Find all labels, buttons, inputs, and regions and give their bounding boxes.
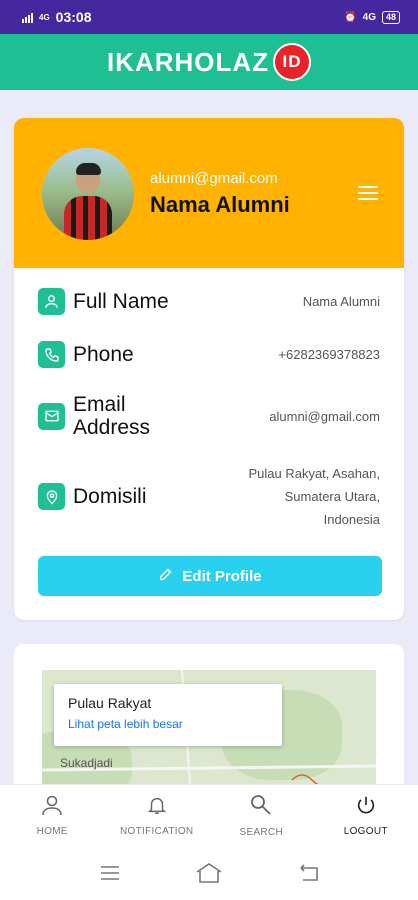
back-button[interactable] [288,858,328,888]
domisili-line2: Sumatera Utara, [284,489,380,504]
battery-icon: 48 [381,10,400,24]
nav-logout-label: LOGOUT [343,826,388,837]
nav-home[interactable]: HOME [0,785,105,846]
info-row-email: Email Address alumni@gmail.com [38,393,380,439]
alarm-icon: ⏰ [344,11,357,23]
edit-profile-button[interactable]: Edit Profile [38,556,382,596]
info-row-full-name: Full Name Nama Alumni [38,288,380,315]
full-name-label: Full Name [73,290,169,313]
bell-icon [146,794,168,821]
network-type-right: 4G [362,11,376,23]
profile-card: alumni@gmail.com Nama Alumni Full Name N… [14,118,404,620]
home-button[interactable] [189,858,229,888]
home-outline-icon [196,863,222,883]
hamburger-menu-icon[interactable] [358,186,378,200]
nav-notification-label: NOTIFICATION [120,826,194,837]
nav-search-label: SEARCH [239,827,283,838]
map-info-popup: Pulau Rakyat Lihat peta lebih besar [54,684,282,746]
phone-value: +6282369378823 [278,347,380,362]
home-person-icon [40,794,64,821]
network-type: 4G [39,12,50,22]
nav-logout[interactable]: LOGOUT [314,785,418,846]
nav-notification[interactable]: NOTIFICATION [105,785,210,846]
phone-label: Phone [73,343,134,366]
domisili-label: Domisili [73,485,147,508]
email-icon [38,402,65,430]
power-icon [355,794,377,821]
brand-badge: ID [273,43,312,81]
map-card: Pulau Rakyat Lihat peta lebih besar Suka… [14,644,404,804]
phone-icon [38,341,65,368]
clock-time: 03:08 [55,9,92,25]
app-header: IKARHOLAZ ID [0,34,418,90]
info-row-phone: Phone +6282369378823 [38,341,380,368]
status-bar: 4G 03:08 ⏰ 4G 48 [0,0,418,34]
nav-home-label: HOME [36,826,68,837]
signal-icon [22,12,33,23]
bottom-navigation: HOME NOTIFICATION SEARCH LOGOUT [0,784,418,846]
email-label: Email Address [73,393,150,439]
map-place-label: Sukadjadi [60,756,113,770]
profile-email: alumni@gmail.com [150,170,278,187]
full-name-value: Nama Alumni [302,294,380,309]
profile-header: alumni@gmail.com Nama Alumni [14,118,404,268]
map-place-title: Pulau Rakyat [68,695,152,711]
info-row-domisili: Domisili Pulau Rakyat, Asahan, Sumatera U… [38,462,380,531]
nav-search[interactable]: SEARCH [209,785,314,846]
email-label-line2: Address [73,416,151,439]
brand-text: IKARHOLAZ [106,46,270,77]
battery-level: 48 [385,11,396,22]
location-pin-icon [38,483,65,510]
profile-name: Nama Alumni [150,192,290,217]
back-arrow-icon [300,864,319,881]
search-icon [249,793,273,822]
avatar [42,148,134,240]
menu-lines-icon [100,866,119,880]
email-label-line1: Email [73,393,126,416]
pencil-icon [158,566,174,586]
edit-profile-label: Edit Profile [182,567,262,585]
domisili-value: Pulau Rakyat, Asahan, Sumatera Utara, Indo… [248,462,380,531]
domisili-line3: Indonesia [323,512,380,527]
person-icon [38,288,65,315]
email-value: alumni@gmail.com [269,408,380,424]
view-larger-map-link[interactable]: Lihat peta lebih besar [68,717,268,731]
system-navigation-bar [0,846,418,900]
domisili-line1: Pulau Rakyat, Asahan, [248,466,380,481]
brand-logo: IKARHOLAZ ID [106,43,312,81]
recent-apps-button[interactable] [90,858,130,888]
